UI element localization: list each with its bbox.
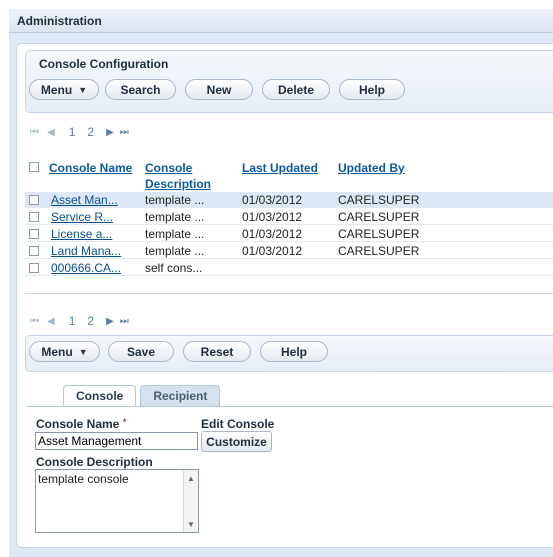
search-button[interactable]: Search <box>105 79 176 100</box>
first-page-icon[interactable]: ⏮ <box>30 127 39 138</box>
console-description: template ... <box>145 210 205 224</box>
console-name-link[interactable]: Land Mana... <box>51 244 121 258</box>
column-header-last-updated[interactable]: Last Updated <box>242 160 318 176</box>
page-link[interactable]: 2 <box>87 125 94 139</box>
help-button[interactable]: Help <box>339 79 405 100</box>
first-page-icon[interactable]: ⏮ <box>30 316 39 327</box>
page-title: Administration <box>9 9 553 33</box>
row-checkbox[interactable] <box>29 195 39 205</box>
updated-by: CARELSUPER <box>338 193 420 207</box>
console-description-label: Console Description <box>36 455 153 469</box>
last-updated: 01/03/2012 <box>242 244 303 258</box>
table-bottom-border <box>25 293 553 294</box>
row-checkbox[interactable] <box>29 246 39 256</box>
console-name-label-text: Console Name <box>36 417 120 431</box>
tab-recipient[interactable]: Recipient <box>140 385 221 407</box>
updated-by: CARELSUPER <box>338 210 420 224</box>
scroll-up-icon[interactable]: ▲ <box>184 474 198 483</box>
console-description-value: template console <box>38 472 129 486</box>
console-description: template ... <box>145 227 205 241</box>
next-page-icon[interactable]: ▶ <box>106 127 114 138</box>
row-checkbox[interactable] <box>29 263 39 273</box>
table-row[interactable]: License a... template ... 01/03/2012 CAR… <box>25 226 553 242</box>
console-name-input[interactable] <box>35 432 198 450</box>
menu-button-label: Menu <box>40 82 73 97</box>
next-page-icon[interactable]: ▶ <box>106 316 114 327</box>
last-updated: 01/03/2012 <box>242 227 303 241</box>
column-header-updated-by[interactable]: Updated By <box>338 160 405 176</box>
reset-button[interactable]: Reset <box>183 341 251 362</box>
column-header-line: Console <box>145 161 193 175</box>
last-updated: 01/03/2012 <box>242 193 303 207</box>
new-button[interactable]: New <box>185 79 253 100</box>
select-all-checkbox[interactable] <box>29 162 39 172</box>
table-row[interactable]: Land Mana... template ... 01/03/2012 CAR… <box>25 243 553 259</box>
console-description: template ... <box>145 193 205 207</box>
delete-button[interactable]: Delete <box>262 79 330 100</box>
pager-bottom: ⏮ ◀ 1 2 ▶ ⏭ <box>30 314 129 328</box>
page-link[interactable]: 1 <box>69 125 76 139</box>
last-updated: 01/03/2012 <box>242 210 303 224</box>
help-button[interactable]: Help <box>260 341 328 362</box>
column-header-console-description[interactable]: Console Description <box>145 160 211 192</box>
menu-button-label: Menu <box>41 344 73 359</box>
customize-button[interactable]: Customize <box>201 431 272 452</box>
tab-console[interactable]: Console <box>63 385 137 407</box>
updated-by: CARELSUPER <box>338 244 420 258</box>
console-name-link[interactable]: 000666.CA... <box>51 261 121 275</box>
updated-by: CARELSUPER <box>338 227 420 241</box>
last-page-icon[interactable]: ⏭ <box>120 127 129 138</box>
page-link[interactable]: 2 <box>87 314 94 328</box>
save-button[interactable]: Save <box>108 341 174 362</box>
textarea-scrollbar[interactable]: ▲ ▼ <box>183 470 198 532</box>
menu-button[interactable]: Menu ▼ <box>29 341 100 362</box>
previous-page-icon[interactable]: ◀ <box>47 316 55 327</box>
last-page-icon[interactable]: ⏭ <box>120 316 129 327</box>
menu-caret-icon: ▼ <box>78 346 88 357</box>
row-checkbox[interactable] <box>29 212 39 222</box>
form-tabs: Console Recipient <box>63 385 221 407</box>
console-name-link[interactable]: Asset Man... <box>51 193 118 207</box>
table-row[interactable]: Asset Man... template ... 01/03/2012 CAR… <box>25 192 553 208</box>
page-link[interactable]: 1 <box>69 314 76 328</box>
menu-caret-icon: ▼ <box>78 84 88 95</box>
menu-button[interactable]: Menu ▼ <box>29 79 99 100</box>
table-header: Console Name Console Description Last Up… <box>25 150 553 192</box>
previous-page-icon[interactable]: ◀ <box>47 127 55 138</box>
column-header-console-name[interactable]: Console Name <box>49 160 132 176</box>
column-header-line: Description <box>145 177 212 191</box>
edit-console-label: Edit Console <box>201 417 275 431</box>
row-checkbox[interactable] <box>29 229 39 239</box>
console-description: template ... <box>145 244 205 258</box>
pager-top: ⏮ ◀ 1 2 ▶ ⏭ <box>30 125 129 139</box>
section-title: Console Configuration <box>39 57 169 71</box>
console-description-textarea[interactable]: template console ▲ ▼ <box>35 469 199 533</box>
scroll-down-icon[interactable]: ▼ <box>184 520 198 529</box>
console-name-link[interactable]: License a... <box>51 227 112 241</box>
console-name-label: Console Name * <box>36 417 126 431</box>
console-description: self cons... <box>145 261 203 275</box>
required-mark: * <box>122 417 127 427</box>
table-row[interactable]: 000666.CA... self cons... <box>25 260 553 276</box>
table-row[interactable]: Service R... template ... 01/03/2012 CAR… <box>25 209 553 225</box>
console-name-link[interactable]: Service R... <box>51 210 113 224</box>
